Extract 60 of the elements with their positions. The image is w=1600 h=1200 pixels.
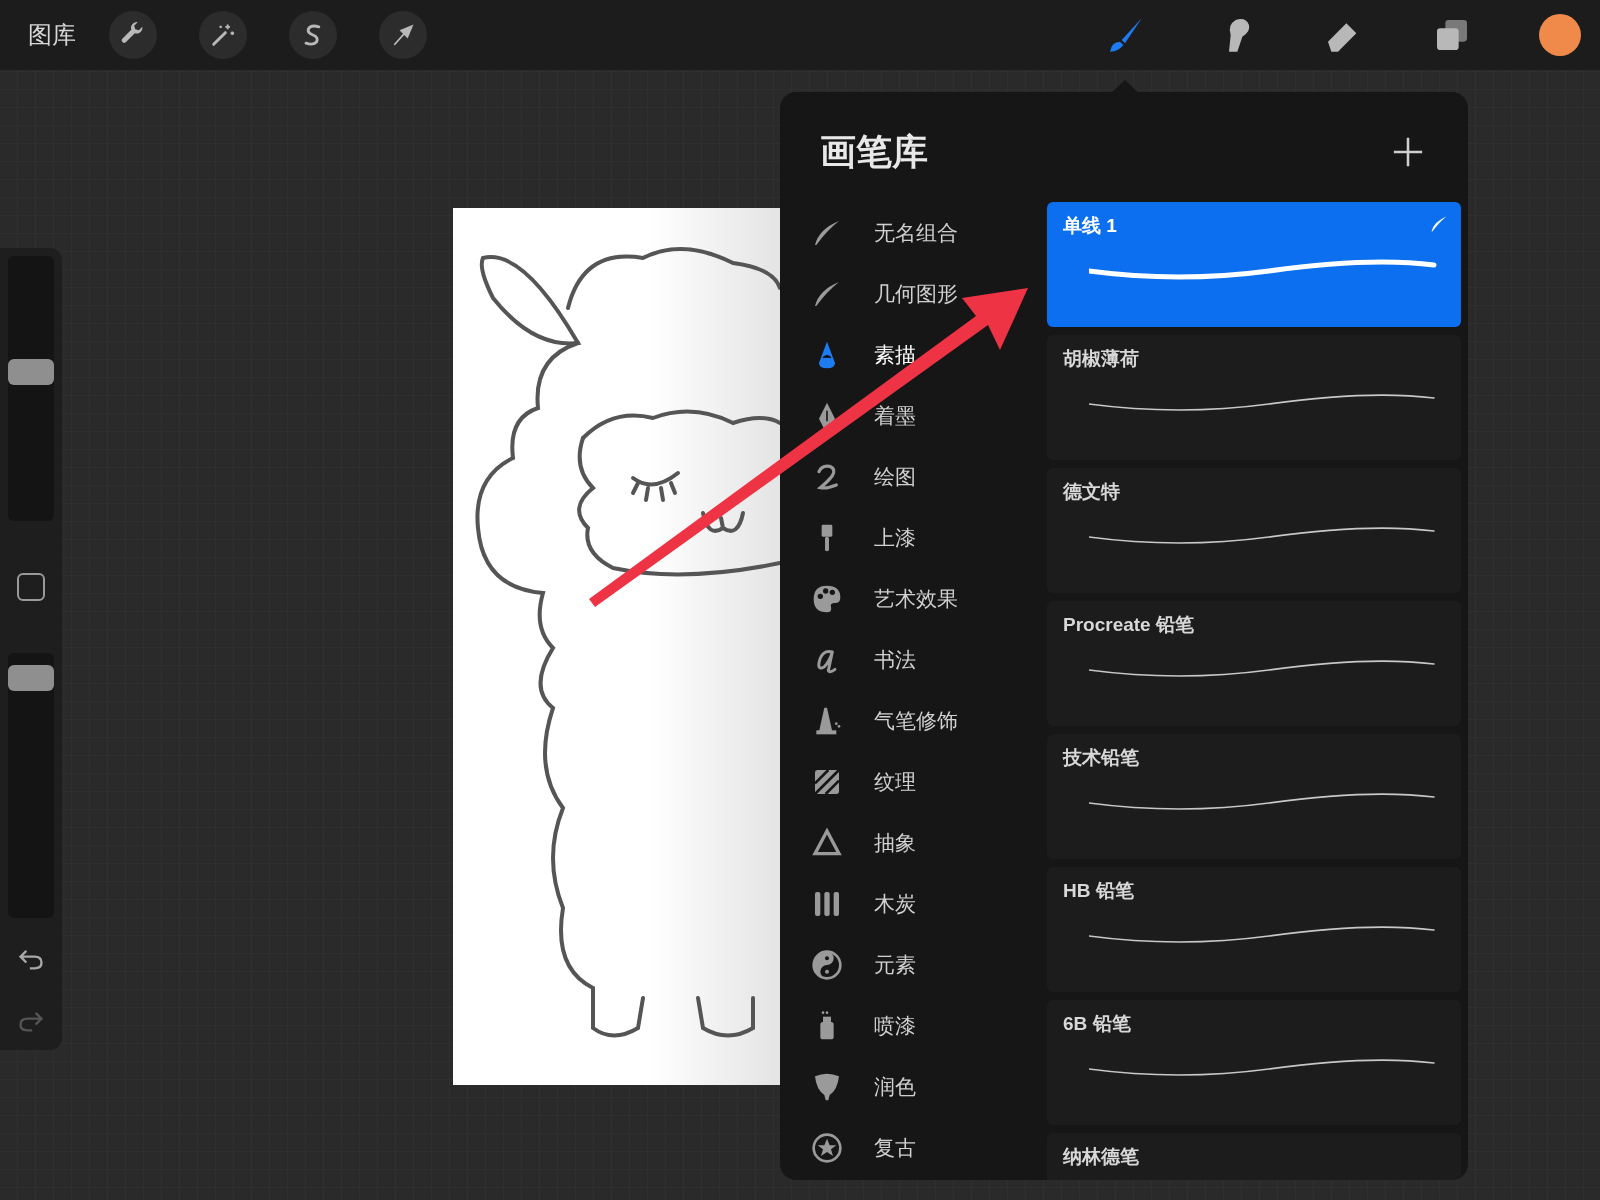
brush-item[interactable]: 胡椒薄荷 [1047, 335, 1461, 460]
modify-button[interactable] [17, 573, 45, 601]
category-label: 艺术效果 [874, 585, 958, 612]
brush-item[interactable]: Procreate 铅笔 [1047, 601, 1461, 726]
category-item[interactable]: 书法 [810, 629, 1047, 690]
brush-item[interactable]: 技术铅笔 [1047, 734, 1461, 859]
gallery-button[interactable]: 图库 [28, 17, 76, 53]
category-label: 气笔修饰 [874, 707, 958, 734]
slider-track[interactable] [8, 653, 54, 918]
star-circle-icon [811, 1131, 843, 1164]
category-label: 几何图形 [874, 280, 958, 307]
slider-thumb[interactable] [8, 664, 54, 691]
brush-item[interactable]: HB 铅笔 [1047, 867, 1461, 992]
category-label: 润色 [874, 1073, 916, 1100]
category-item[interactable]: 几何图形 [810, 263, 1047, 324]
brush-name: HB 铅笔 [1063, 879, 1134, 903]
brush-name: 单线 1 [1063, 214, 1117, 238]
category-label: 抽象 [874, 829, 916, 856]
category-item[interactable]: 绘图 [810, 446, 1047, 507]
category-label: 元素 [874, 951, 916, 978]
category-item[interactable]: 无名组合 [810, 202, 1047, 263]
category-label: 素描 [874, 341, 916, 368]
category-item[interactable]: 喷漆 [810, 995, 1047, 1056]
brush-name: 胡椒薄荷 [1063, 347, 1139, 371]
selection-icon[interactable] [289, 11, 337, 59]
category-item[interactable]: 上漆 [810, 507, 1047, 568]
category-label: 纹理 [874, 768, 916, 795]
magic-wand-icon[interactable] [199, 11, 247, 59]
brush-name: 纳林德笔 [1063, 1145, 1139, 1169]
panel-title: 画笔库 [820, 130, 928, 174]
brush-item[interactable]: 单线 1 [1047, 202, 1461, 327]
category-label: 绘图 [874, 463, 916, 490]
category-label: 喷漆 [874, 1012, 916, 1039]
brush-item[interactable]: 6B 铅笔 [1047, 1000, 1461, 1125]
brush-name: 6B 铅笔 [1063, 1012, 1131, 1036]
category-item[interactable]: 抽象 [810, 812, 1047, 873]
brush-name: 技术铅笔 [1063, 746, 1139, 770]
category-label: 上漆 [874, 524, 916, 551]
brush-item[interactable]: 德文特 [1047, 468, 1461, 593]
category-label: 着墨 [874, 402, 916, 429]
category-item[interactable]: 木炭 [810, 873, 1047, 934]
category-item[interactable]: 纹理 [810, 751, 1047, 812]
wrench-icon[interactable] [109, 11, 157, 59]
brush-name: 德文特 [1063, 480, 1120, 504]
slider-track[interactable] [8, 256, 54, 521]
category-item[interactable]: 润色 [810, 1056, 1047, 1117]
category-item[interactable]: 复古 [810, 1117, 1047, 1178]
category-item[interactable]: 元素 [810, 934, 1047, 995]
category-item[interactable]: 素描 [810, 324, 1047, 385]
yin-yang-icon [811, 948, 843, 981]
brush-item[interactable]: 纳林德笔 [1047, 1133, 1461, 1180]
category-label: 无名组合 [874, 219, 958, 246]
brush-name: Procreate 铅笔 [1063, 613, 1194, 637]
category-item[interactable]: 气笔修饰 [810, 690, 1047, 751]
category-item[interactable]: 艺术效果 [810, 568, 1047, 629]
color-swatch[interactable] [1539, 14, 1581, 56]
slider-thumb[interactable] [8, 358, 54, 385]
category-label: 复古 [874, 1134, 916, 1161]
category-label: 书法 [874, 646, 916, 673]
category-label: 木炭 [874, 890, 916, 917]
